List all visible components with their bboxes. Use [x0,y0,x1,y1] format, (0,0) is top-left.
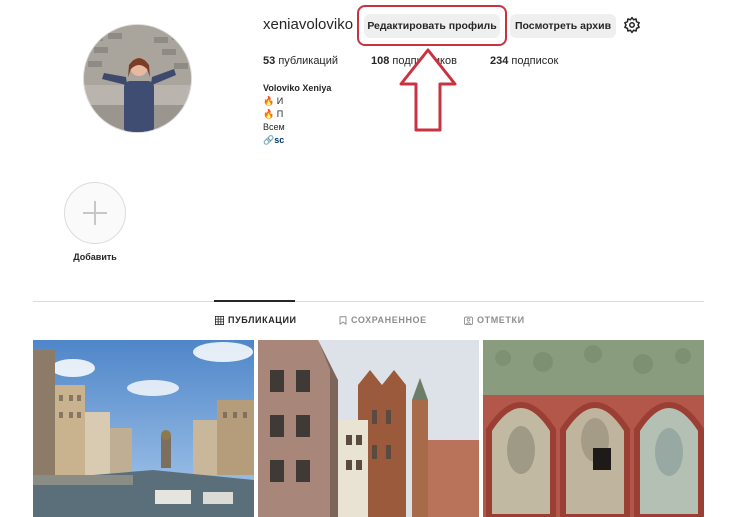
posts-label: публикаций [278,55,339,67]
bio-link-text: sc [274,135,285,145]
tab-saved-label: СОХРАНЕННОЕ [351,315,427,325]
following-count: 234 [490,55,509,67]
add-highlight[interactable]: Добавить [63,182,127,262]
tab-posts[interactable]: ПУБЛИКАЦИИ [215,315,297,325]
tab-tagged[interactable]: ОТМЕТКИ [464,315,525,325]
profile-bio: Voloviko Xeniya 🔥 И 🔥 П Всем 🔗sc [263,82,343,147]
bio-full-name: Voloviko Xeniya [263,83,332,93]
posts-grid [33,340,704,517]
bio-line-3: Всем [263,122,285,132]
post-thumbnail[interactable] [33,340,254,517]
profile-username: xeniavoloviko [263,16,354,33]
bio-link[interactable]: 🔗sc [263,134,287,147]
profile-avatar[interactable] [83,24,192,133]
plus-icon [83,201,107,225]
post-thumbnail[interactable] [258,340,479,517]
following-label: подписок [511,55,559,67]
posts-count: 53 [263,55,276,67]
followers-count: 108 [371,55,390,67]
bookmark-icon [339,315,347,325]
tab-tagged-label: ОТМЕТКИ [477,315,525,325]
following-stat[interactable]: 234 подписок [490,55,558,67]
annotation-highlight-box [357,5,507,46]
tabs-divider [33,301,704,302]
tab-posts-label: ПУБЛИКАЦИИ [228,315,297,325]
add-highlight-circle[interactable] [64,182,126,244]
settings-gear-icon[interactable] [623,16,641,34]
profile-tabs: ПУБЛИКАЦИИ СОХРАНЕННОЕ ОТМЕТКИ [0,315,730,329]
annotation-up-arrow [399,48,457,132]
add-highlight-label: Добавить [73,252,117,262]
active-tab-indicator [214,300,295,302]
view-archive-button[interactable]: Посмотреть архив [510,14,616,38]
posts-stat: 53 публикаций [263,55,338,67]
tagged-icon [464,316,473,325]
bio-line-2: 🔥 П [263,109,284,119]
link-icon: 🔗 [263,135,275,145]
bio-line-1: 🔥 И [263,96,284,106]
grid-icon [215,315,224,325]
tab-saved[interactable]: СОХРАНЕННОЕ [339,315,427,325]
post-thumbnail[interactable] [483,340,704,517]
